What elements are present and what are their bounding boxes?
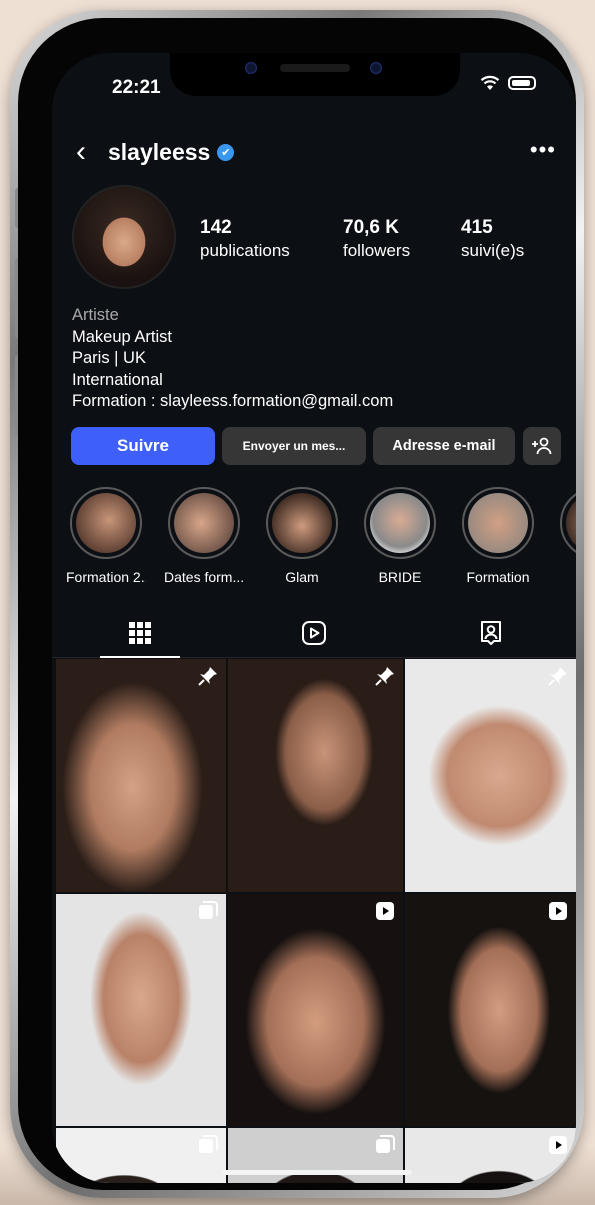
stat-label: followers — [343, 241, 411, 260]
active-tab-indicator — [100, 656, 180, 658]
add-user-button[interactable] — [523, 427, 561, 465]
phone-screen: 22:21 ‹ slayleess ✔ ••• 142 publications… — [52, 53, 576, 1183]
highlight-ring — [266, 487, 338, 559]
highlight-item[interactable]: Formation 2... — [66, 487, 146, 585]
highlight-cover — [76, 493, 136, 553]
stat-label: publications — [200, 241, 290, 260]
highlight-label: Dates form... — [164, 569, 244, 585]
verified-badge-icon: ✔ — [217, 143, 235, 161]
profile-header: ‹ slayleess ✔ ••• — [76, 135, 556, 169]
carousel-icon — [376, 1135, 395, 1153]
notch — [170, 53, 460, 96]
phone-frame: 22:21 ‹ slayleess ✔ ••• 142 publications… — [10, 10, 584, 1198]
status-time: 22:21 — [112, 77, 161, 98]
profile-avatar[interactable] — [72, 185, 176, 289]
wifi-icon — [480, 75, 500, 90]
reels-icon[interactable] — [301, 620, 327, 646]
profile-tabs — [52, 613, 576, 658]
post-tile[interactable] — [56, 659, 226, 892]
post-tile[interactable] — [405, 659, 576, 892]
carousel-icon — [199, 901, 218, 919]
stat-publications[interactable]: 142 publications — [200, 217, 290, 261]
highlight-item[interactable]: BRIDE — [360, 487, 440, 585]
carousel-icon — [199, 1135, 218, 1153]
stat-followers[interactable]: 70,6 K followers — [343, 217, 410, 261]
stat-label: suivi(e)s — [461, 241, 525, 260]
profile-username: slayleess — [108, 138, 211, 165]
bio-line: Paris | UK — [72, 349, 146, 367]
highlight-item[interactable] — [556, 487, 576, 559]
highlight-item[interactable]: Formation — [458, 487, 538, 585]
message-button[interactable]: Envoyer un mes... — [222, 427, 366, 465]
highlight-cover — [468, 493, 528, 553]
back-arrow-icon[interactable]: ‹ — [76, 137, 86, 167]
highlight-label: Formation — [466, 569, 530, 585]
highlight-label: BRIDE — [378, 569, 422, 585]
bio-email[interactable]: Formation : slayleess.formation@gmail.co… — [72, 391, 393, 413]
grid-icon[interactable] — [128, 621, 152, 645]
pin-icon — [198, 667, 217, 686]
pin-icon — [548, 667, 567, 686]
tagged-icon[interactable] — [478, 619, 504, 647]
camera-icon — [245, 62, 257, 74]
highlight-ring — [364, 487, 436, 559]
post-tile[interactable] — [228, 894, 403, 1126]
highlight-item[interactable]: Dates form... — [164, 487, 244, 585]
reel-icon — [549, 902, 567, 920]
stat-value: 70,6 K — [343, 217, 399, 238]
highlight-cover — [566, 493, 576, 553]
status-icons — [480, 75, 536, 91]
highlight-ring — [70, 487, 142, 559]
stat-value: 415 — [461, 217, 493, 238]
battery-icon — [508, 76, 536, 90]
bio-line: Makeup Artist — [72, 327, 172, 346]
highlight-cover — [370, 493, 430, 553]
highlight-cover — [174, 493, 234, 553]
highlight-ring — [462, 487, 534, 559]
post-tile[interactable] — [405, 894, 576, 1126]
stat-value: 142 — [200, 217, 232, 238]
post-tile[interactable] — [56, 1128, 226, 1183]
more-options-icon[interactable]: ••• — [530, 137, 556, 163]
follow-button[interactable]: Suivre — [71, 427, 215, 465]
profile-bio: Artiste Makeup Artist Paris | UK Interna… — [72, 305, 393, 413]
highlight-item[interactable]: Glam — [262, 487, 342, 585]
highlight-label: Glam — [285, 569, 319, 585]
profile-category: Artiste — [72, 306, 119, 324]
reel-icon — [376, 902, 394, 920]
highlight-label: Formation 2... — [66, 569, 146, 585]
pin-icon — [375, 667, 394, 686]
post-tile[interactable] — [56, 894, 226, 1126]
post-tile[interactable] — [228, 659, 403, 892]
stat-following[interactable]: 415 suivi(e)s — [461, 217, 524, 261]
home-indicator — [222, 1170, 412, 1175]
highlight-ring — [168, 487, 240, 559]
sensor-icon — [370, 62, 382, 74]
post-tile[interactable] — [405, 1128, 576, 1183]
bio-line: International — [72, 370, 163, 389]
add-person-icon — [532, 437, 552, 455]
email-button[interactable]: Adresse e-mail — [373, 427, 515, 465]
highlight-cover — [272, 493, 332, 553]
highlight-ring — [560, 487, 576, 559]
speaker — [280, 64, 350, 72]
reel-icon — [549, 1136, 567, 1154]
